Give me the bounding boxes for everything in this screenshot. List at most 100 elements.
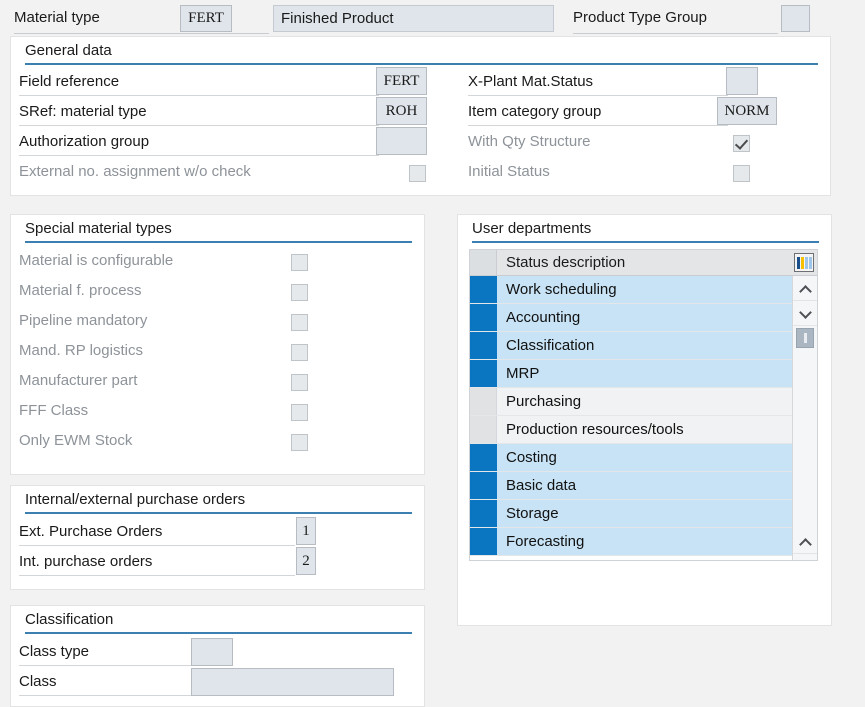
table-row[interactable]: Storage — [470, 500, 817, 528]
row-selector[interactable] — [470, 304, 497, 331]
row-selector[interactable] — [470, 360, 497, 387]
special-material-types-panel: Special material types Material is confi… — [10, 214, 425, 475]
table-select-all-cell[interactable] — [470, 250, 497, 275]
purchase-orders-panel: Internal/external purchase orders Ext. P… — [10, 485, 425, 590]
row-selector[interactable] — [470, 276, 497, 303]
class-label: Class — [19, 673, 57, 690]
general-data-panel: General data Field reference FERT SRef: … — [10, 36, 831, 196]
mand-rp-logistics-checkbox[interactable] — [291, 344, 308, 361]
material-type-input[interactable]: FERT — [180, 5, 232, 32]
classification-title: Classification — [25, 611, 114, 628]
table-row[interactable]: Production resources/tools — [470, 416, 817, 444]
sref-material-type-label: SRef: material type — [19, 103, 147, 120]
row-selector[interactable] — [470, 472, 497, 499]
xplant-mat-status-label: X-Plant Mat.Status — [468, 73, 594, 90]
row-selector[interactable] — [470, 444, 497, 471]
table-row[interactable]: Costing — [470, 444, 817, 472]
sref-material-type-input[interactable]: ROH — [376, 97, 427, 125]
user-departments-panel: User departments Status description Work… — [457, 214, 832, 626]
table-body: Work scheduling Accounting Classificatio… — [470, 276, 817, 556]
material-type-detail-screen: Material type FERT Finished Product Prod… — [0, 0, 865, 707]
mand-rp-logistics-label: Mand. RP logistics — [19, 342, 143, 359]
int-purchase-orders-input[interactable]: 2 — [296, 547, 316, 575]
special-material-types-rule — [25, 241, 412, 243]
manufacturer-part-checkbox[interactable] — [291, 374, 308, 391]
initial-status-checkbox[interactable] — [733, 165, 750, 182]
external-no-assignment-label: External no. assignment w/o check — [19, 163, 251, 180]
user-departments-table: Status description Work scheduling Accou… — [469, 249, 818, 561]
initial-status-label: Initial Status — [468, 163, 550, 180]
row-selector[interactable] — [470, 388, 497, 415]
purchase-orders-title: Internal/external purchase orders — [25, 491, 246, 508]
class-input[interactable] — [191, 668, 394, 696]
row-label: Production resources/tools — [506, 421, 684, 438]
page-down-button[interactable] — [793, 554, 817, 560]
authorization-group-label: Authorization group — [19, 133, 150, 150]
with-qty-structure-checkbox[interactable] — [733, 135, 750, 152]
item-category-group-input[interactable]: NORM — [717, 97, 777, 125]
status-description-column-header: Status description — [506, 254, 626, 271]
row-label: Work scheduling — [506, 281, 617, 298]
row-label: Classification — [506, 337, 595, 354]
material-description-input[interactable]: Finished Product — [273, 5, 554, 32]
row-label: Storage — [506, 505, 559, 522]
xplant-mat-status-input[interactable] — [726, 67, 758, 95]
manufacturer-part-label: Manufacturer part — [19, 372, 138, 389]
sref-material-type-underline — [19, 125, 379, 126]
ext-purchase-orders-underline — [19, 545, 295, 546]
general-data-rule — [25, 63, 818, 65]
external-no-assignment-checkbox[interactable] — [409, 165, 426, 182]
field-reference-label: Field reference — [19, 73, 120, 90]
table-row[interactable]: MRP — [470, 360, 817, 388]
row-label: Basic data — [506, 477, 577, 494]
scroll-up-button[interactable] — [793, 276, 817, 301]
general-data-title: General data — [25, 42, 112, 59]
table-row[interactable]: Forecasting — [470, 528, 817, 556]
special-material-types-title: Special material types — [25, 220, 172, 237]
item-category-group-underline — [468, 125, 728, 126]
product-type-group-label: Product Type Group — [573, 9, 707, 26]
table-columns-icon[interactable] — [794, 253, 814, 272]
table-row[interactable]: Work scheduling — [470, 276, 817, 304]
material-configurable-label: Material is configurable — [19, 252, 174, 269]
with-qty-structure-label: With Qty Structure — [468, 133, 591, 150]
material-f-process-checkbox[interactable] — [291, 284, 308, 301]
user-departments-rule — [472, 241, 819, 243]
page-up-button[interactable] — [793, 529, 817, 554]
ext-purchase-orders-label: Ext. Purchase Orders — [19, 523, 163, 540]
ext-purchase-orders-input[interactable]: 1 — [296, 517, 316, 545]
product-type-group-input[interactable] — [781, 5, 810, 32]
fff-class-label: FFF Class — [19, 402, 89, 419]
pipeline-mandatory-checkbox[interactable] — [291, 314, 308, 331]
row-label: Costing — [506, 449, 557, 466]
only-ewm-stock-label: Only EWM Stock — [19, 432, 133, 449]
header-bar: Material type FERT Finished Product Prod… — [0, 0, 865, 38]
table-scroll-column[interactable] — [792, 276, 817, 560]
only-ewm-stock-checkbox[interactable] — [291, 434, 308, 451]
row-selector[interactable] — [470, 416, 497, 443]
classification-panel: Classification Class type Class — [10, 605, 425, 707]
authorization-group-input[interactable] — [376, 127, 427, 155]
material-configurable-checkbox[interactable] — [291, 254, 308, 271]
field-reference-input[interactable]: FERT — [376, 67, 427, 95]
row-selector[interactable] — [470, 500, 497, 527]
fff-class-checkbox[interactable] — [291, 404, 308, 421]
user-departments-title: User departments — [472, 220, 592, 237]
material-f-process-label: Material f. process — [19, 282, 142, 299]
authorization-group-underline — [19, 155, 379, 156]
material-type-label-underline — [14, 33, 269, 34]
int-purchase-orders-underline — [19, 575, 295, 576]
material-type-label: Material type — [14, 9, 100, 26]
classification-rule — [25, 632, 412, 634]
row-label: Purchasing — [506, 393, 582, 410]
row-selector[interactable] — [470, 528, 497, 555]
table-row[interactable]: Basic data — [470, 472, 817, 500]
class-type-input[interactable] — [191, 638, 233, 666]
scroll-down-button[interactable] — [793, 301, 817, 326]
table-row[interactable]: Accounting — [470, 304, 817, 332]
xplant-mat-status-underline — [468, 95, 728, 96]
table-row[interactable]: Classification — [470, 332, 817, 360]
scrollbar-thumb[interactable] — [796, 328, 814, 348]
row-selector[interactable] — [470, 332, 497, 359]
table-row[interactable]: Purchasing — [470, 388, 817, 416]
